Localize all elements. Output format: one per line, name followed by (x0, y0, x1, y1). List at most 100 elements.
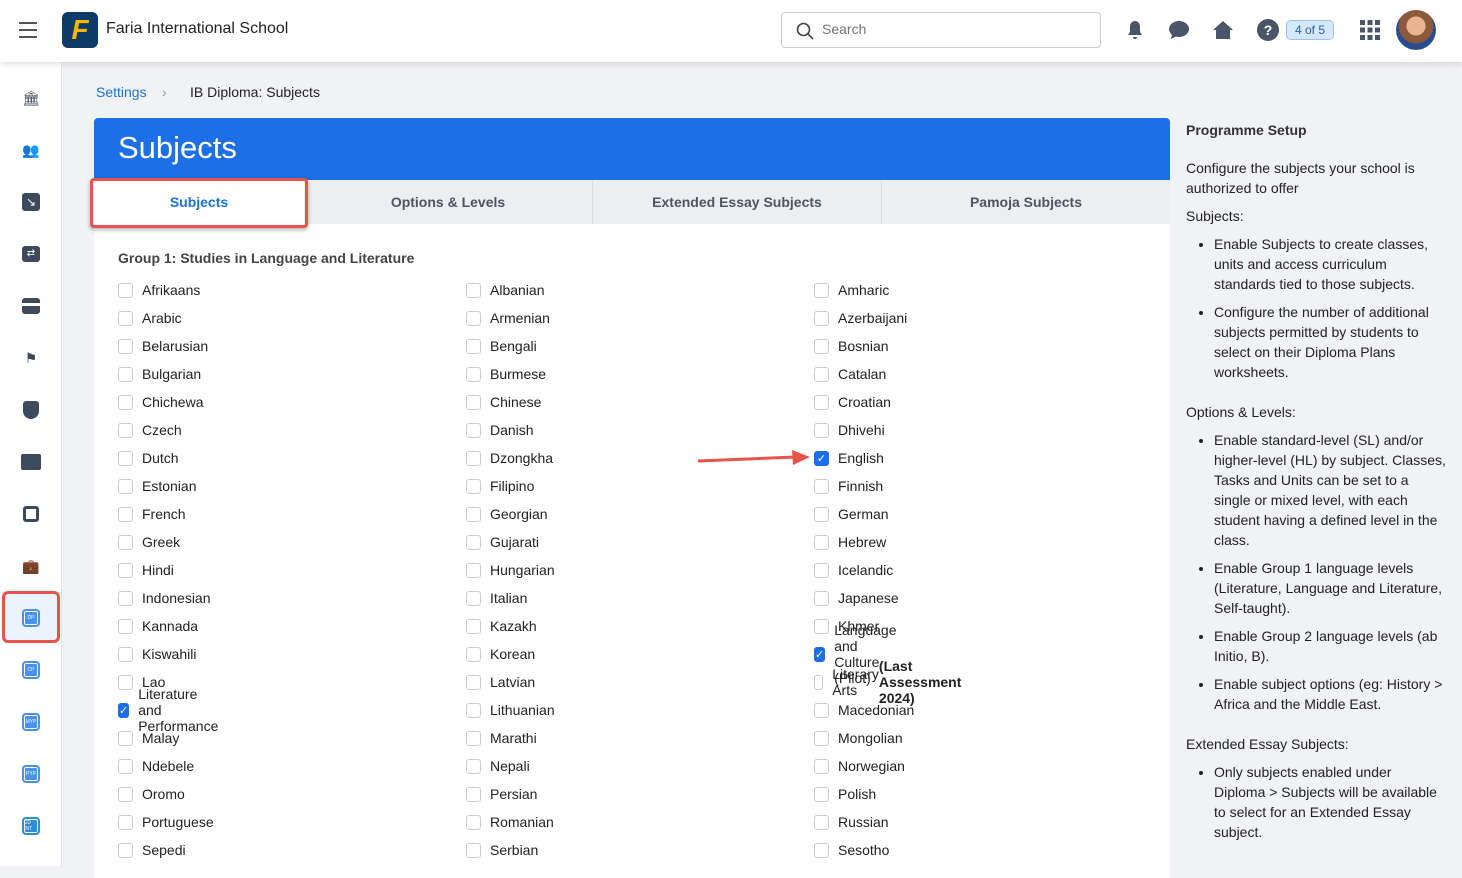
page-counter-badge[interactable]: 4 of 5 (1286, 20, 1335, 40)
subject-checkbox[interactable] (466, 562, 481, 578)
subject-checkbox[interactable]: ✓ (814, 646, 826, 662)
subject-item[interactable]: Romanian (466, 813, 554, 831)
subject-item[interactable]: Danish (466, 421, 534, 439)
subject-checkbox[interactable] (466, 394, 481, 410)
subject-checkbox[interactable] (814, 366, 829, 382)
subject-item[interactable]: Sesotho (814, 841, 889, 859)
sync-icon[interactable]: ⇄ (19, 242, 43, 266)
subject-checkbox[interactable] (118, 674, 133, 690)
subject-item[interactable]: Gujarati (466, 533, 539, 551)
subject-checkbox[interactable] (814, 618, 829, 634)
subject-item[interactable]: Indonesian (118, 589, 211, 607)
subject-item[interactable]: Polish (814, 785, 876, 803)
myp-programme-icon[interactable]: MYP (19, 710, 43, 734)
import-icon[interactable]: ↘ (19, 190, 43, 214)
subject-item[interactable]: Oromo (118, 785, 185, 803)
dp-programme-icon[interactable]: DP (19, 606, 43, 630)
subject-checkbox[interactable] (118, 646, 133, 662)
help-icon[interactable]: ? (1256, 18, 1280, 42)
subject-checkbox[interactable] (466, 534, 481, 550)
subject-item[interactable]: Korean (466, 645, 535, 663)
subject-checkbox[interactable] (814, 310, 829, 326)
subject-checkbox[interactable] (118, 562, 133, 578)
subject-checkbox[interactable] (118, 450, 133, 466)
subject-checkbox[interactable] (118, 366, 133, 382)
subject-item[interactable]: Bengali (466, 337, 537, 355)
subject-checkbox[interactable] (814, 758, 829, 774)
subject-checkbox[interactable] (814, 786, 829, 802)
subject-item[interactable]: Hungarian (466, 561, 555, 579)
subject-item[interactable]: Afrikaans (118, 281, 200, 299)
subject-checkbox[interactable] (466, 786, 481, 802)
subject-item[interactable]: ✓ Literature and Performance (118, 686, 222, 734)
subject-checkbox[interactable] (466, 590, 481, 606)
chat-icon[interactable] (1167, 18, 1191, 42)
subject-checkbox[interactable] (118, 478, 133, 494)
subject-item[interactable]: Nepali (466, 757, 530, 775)
subject-item[interactable]: Bosnian (814, 337, 889, 355)
subject-checkbox[interactable] (118, 590, 133, 606)
subject-item[interactable]: German (814, 505, 889, 523)
subject-item[interactable]: Filipino (466, 477, 534, 495)
subject-item[interactable]: French (118, 505, 186, 523)
subject-item[interactable]: Finnish (814, 477, 883, 495)
subject-checkbox[interactable] (118, 422, 133, 438)
subject-item[interactable]: Belarusian (118, 337, 208, 355)
user-avatar[interactable] (1396, 10, 1436, 50)
subject-checkbox[interactable] (118, 758, 133, 774)
subject-checkbox[interactable] (814, 394, 829, 410)
subject-item[interactable]: Serbian (466, 841, 538, 859)
subject-checkbox[interactable] (814, 478, 829, 494)
subject-item[interactable]: Amharic (814, 281, 889, 299)
subject-item[interactable]: Georgian (466, 505, 548, 523)
search-input[interactable] (822, 21, 1082, 37)
subject-checkbox[interactable] (118, 282, 133, 298)
subject-checkbox[interactable] (118, 618, 133, 634)
home-icon[interactable] (1211, 18, 1235, 42)
subject-item[interactable]: Greek (118, 533, 180, 551)
subject-item[interactable]: Albanian (466, 281, 545, 299)
tab-extended-essay-subjects[interactable]: Extended Essay Subjects (593, 180, 882, 224)
subject-checkbox[interactable] (466, 282, 481, 298)
subject-checkbox[interactable] (466, 702, 481, 718)
subject-checkbox[interactable]: ✓ (118, 702, 130, 718)
subject-checkbox[interactable] (466, 506, 481, 522)
subject-checkbox[interactable] (814, 730, 829, 746)
flag-icon[interactable]: ⚑ (19, 346, 43, 370)
subject-checkbox[interactable] (466, 814, 481, 830)
subject-item[interactable]: Ndebele (118, 757, 194, 775)
subject-checkbox[interactable] (814, 282, 829, 298)
bell-icon[interactable] (1123, 18, 1147, 42)
subject-item[interactable]: Icelandic (814, 561, 893, 579)
school-logo[interactable]: F (62, 12, 98, 48)
subject-checkbox[interactable] (118, 394, 133, 410)
menu-icon[interactable] (19, 22, 37, 38)
subject-item[interactable]: Kannada (118, 617, 198, 635)
subject-checkbox[interactable] (118, 506, 133, 522)
subject-item[interactable]: Dzongkha (466, 449, 553, 467)
subject-item[interactable]: ✓ English (814, 449, 884, 467)
pyp-programme-icon[interactable]: PYP (19, 762, 43, 786)
subject-checkbox[interactable] (118, 842, 133, 858)
subject-checkbox[interactable] (466, 758, 481, 774)
subject-checkbox[interactable] (466, 478, 481, 494)
institution-icon[interactable]: 🏛 (19, 86, 43, 110)
subject-item[interactable]: Chinese (466, 393, 541, 411)
subject-item[interactable]: Literary Arts (Last Assessment 2024) (814, 658, 967, 706)
subject-checkbox[interactable] (118, 310, 133, 326)
subject-item[interactable]: Persian (466, 785, 537, 803)
subject-item[interactable]: Arabic (118, 309, 182, 327)
subject-item[interactable]: Macedonian (814, 701, 914, 719)
subject-checkbox[interactable] (118, 338, 133, 354)
subject-checkbox[interactable] (118, 730, 133, 746)
subject-checkbox[interactable] (118, 786, 133, 802)
shield-icon[interactable] (19, 398, 43, 422)
subject-item[interactable]: Hindi (118, 561, 174, 579)
subject-item[interactable]: Mongolian (814, 729, 903, 747)
tab-options-levels[interactable]: Options & Levels (304, 180, 593, 224)
subject-item[interactable]: Croatian (814, 393, 891, 411)
subject-item[interactable]: Marathi (466, 729, 537, 747)
subject-checkbox[interactable] (814, 702, 829, 718)
subject-checkbox[interactable] (814, 562, 829, 578)
subject-checkbox[interactable] (118, 814, 133, 830)
